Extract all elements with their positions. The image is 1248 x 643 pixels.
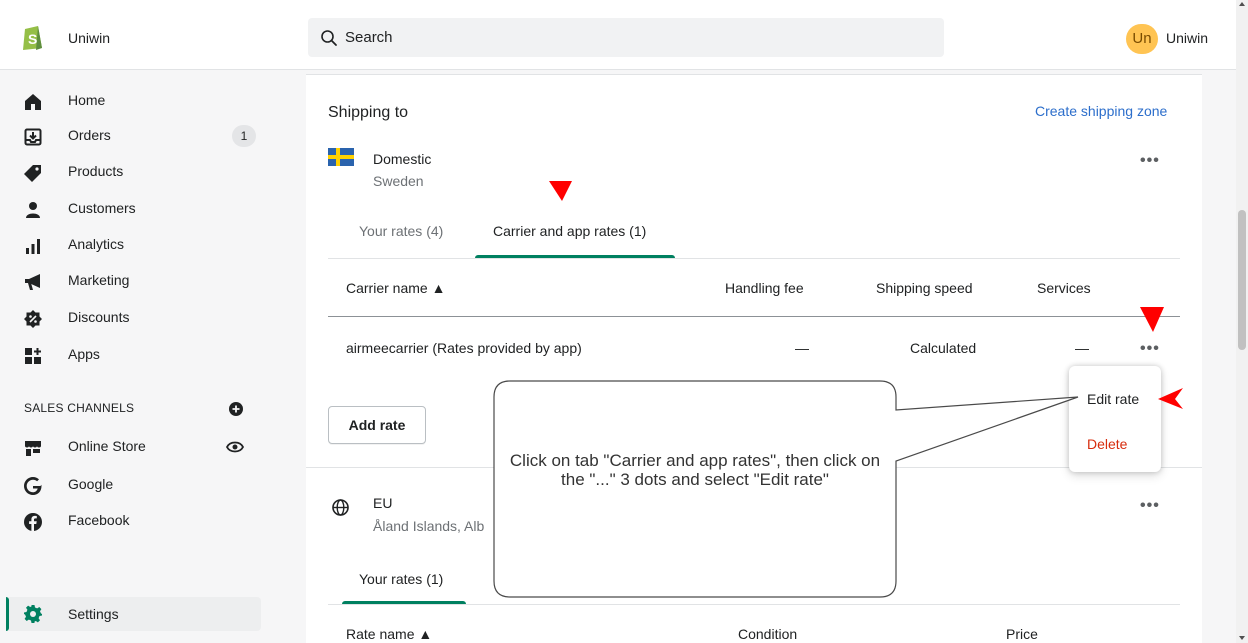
edit-rate-menu-item[interactable]: Edit rate (1087, 391, 1139, 407)
sidebar: Home Orders 1 Products Customers Analyti… (0, 70, 276, 643)
shopify-logo-icon[interactable]: S (22, 24, 44, 50)
google-icon (24, 477, 42, 495)
column-services: Services (1037, 280, 1091, 296)
zone-name-eu: EU (373, 495, 393, 511)
sidebar-item-label: Facebook (68, 512, 130, 528)
person-icon (26, 202, 40, 218)
eu-zone-more-button[interactable]: ••• (1140, 498, 1164, 516)
tab-carrier-and-app-rates[interactable]: Carrier and app rates (1) (493, 223, 646, 239)
store-name[interactable]: Uniwin (68, 30, 110, 46)
sales-channels-title: SALES CHANNELS (24, 401, 135, 415)
sidebar-item-discounts[interactable]: Discounts (0, 303, 276, 333)
sidebar-item-facebook[interactable]: Facebook (0, 506, 276, 536)
scrollbar[interactable] (1236, 0, 1248, 643)
bar-chart-icon (26, 239, 40, 254)
eye-icon[interactable] (226, 439, 244, 455)
rate-more-button[interactable]: ••• (1140, 341, 1164, 359)
annotation-text: Click on tab "Carrier and app rates", th… (509, 451, 881, 489)
zone-countries-eu: Åland Islands, Alb (373, 518, 485, 534)
discount-icon (24, 310, 42, 328)
header-divider (328, 316, 1180, 317)
shipping-card: Shipping to Create shipping zone Domesti… (306, 74, 1202, 643)
home-icon (25, 94, 41, 110)
sidebar-item-label: Apps (68, 346, 100, 362)
tag-icon (24, 165, 41, 182)
scroll-down-icon[interactable] (1239, 636, 1245, 640)
avatar[interactable]: Un (1126, 24, 1158, 54)
megaphone-icon (25, 274, 40, 290)
domestic-zone-more-button[interactable]: ••• (1140, 153, 1164, 171)
column-price: Price (1006, 626, 1038, 642)
zone-countries-domestic: Sweden (373, 173, 424, 189)
sidebar-item-analytics[interactable]: Analytics (0, 230, 276, 260)
handling-fee-cell: — (795, 340, 809, 356)
sidebar-item-orders[interactable]: Orders 1 (0, 121, 276, 151)
sidebar-item-label: Home (68, 92, 106, 108)
apps-icon (25, 348, 41, 364)
search-input[interactable]: Search (345, 29, 393, 46)
sidebar-item-online-store[interactable]: Online Store (0, 432, 276, 462)
column-handling-fee: Handling fee (725, 280, 804, 296)
orders-count-badge: 1 (232, 125, 256, 147)
tabs-divider (328, 604, 1180, 605)
column-carrier-name[interactable]: Carrier name ▲ (346, 280, 445, 296)
facebook-icon (24, 513, 42, 531)
globe-icon (332, 499, 349, 516)
column-shipping-speed: Shipping speed (876, 280, 973, 296)
carrier-name-cell: airmeecarrier (Rates provided by app) (346, 340, 582, 356)
tabs-divider (328, 258, 1180, 259)
shipping-speed-cell: Calculated (910, 340, 977, 356)
sidebar-item-apps[interactable]: Apps (0, 340, 276, 370)
store-icon (25, 441, 41, 456)
search-icon (321, 30, 337, 46)
scrollbar-thumb[interactable] (1238, 210, 1246, 350)
zone-name-domestic: Domestic (373, 151, 432, 167)
active-indicator (6, 597, 9, 631)
sidebar-item-marketing[interactable]: Marketing (0, 266, 276, 296)
sidebar-item-label: Analytics (68, 236, 125, 252)
sidebar-item-label: Products (68, 163, 124, 179)
svg-text:S: S (28, 31, 37, 47)
sidebar-item-label: Orders (68, 127, 111, 143)
sidebar-item-settings[interactable]: Settings (6, 597, 261, 631)
create-shipping-zone-link[interactable]: Create shipping zone (1035, 103, 1167, 119)
rate-actions-menu: Edit rate Delete (1069, 366, 1161, 472)
tab-your-rates[interactable]: Your rates (4) (359, 223, 443, 239)
orders-icon (24, 128, 42, 146)
gear-icon (24, 605, 42, 623)
sidebar-item-home[interactable]: Home (0, 86, 276, 116)
page-title: Shipping to (328, 104, 409, 121)
sweden-flag-icon (328, 148, 354, 166)
sidebar-item-label: Google (68, 476, 114, 492)
delete-menu-item[interactable]: Delete (1087, 436, 1127, 452)
column-condition: Condition (738, 626, 798, 642)
sidebar-item-products[interactable]: Products (0, 157, 276, 187)
sidebar-item-label: Discounts (68, 309, 130, 325)
add-rate-button[interactable]: Add rate (328, 406, 426, 444)
sidebar-item-customers[interactable]: Customers (0, 194, 276, 224)
sidebar-item-label: Marketing (68, 272, 130, 288)
services-cell: — (1075, 340, 1089, 356)
scroll-up-icon[interactable] (1239, 2, 1245, 6)
sidebar-item-label: Online Store (68, 438, 146, 454)
tab-eu-your-rates[interactable]: Your rates (1) (359, 571, 443, 587)
top-bar: S Uniwin Search Un Uniwin (0, 0, 1248, 70)
sidebar-item-google[interactable]: Google (0, 470, 276, 500)
user-name[interactable]: Uniwin (1166, 30, 1208, 46)
search-bar[interactable]: Search (308, 18, 944, 57)
sidebar-item-label: Customers (68, 200, 136, 216)
column-rate-name[interactable]: Rate name ▲ (346, 626, 432, 642)
sidebar-item-label: Settings (68, 606, 119, 622)
add-sales-channel-icon[interactable] (229, 402, 243, 416)
